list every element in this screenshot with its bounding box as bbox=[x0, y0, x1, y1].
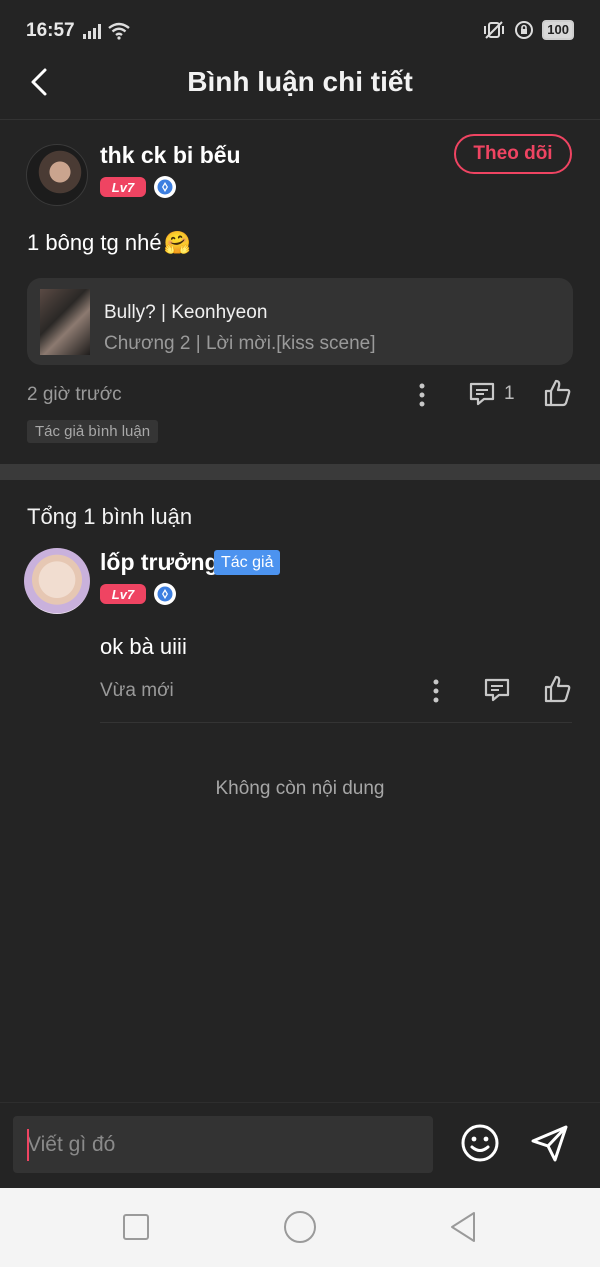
home-button[interactable] bbox=[284, 1211, 316, 1243]
post-author-name[interactable]: thk ck bi bếu bbox=[100, 142, 241, 169]
post-time: 2 giờ trước bbox=[27, 384, 122, 405]
author-badge: Tác giả bbox=[214, 550, 281, 575]
comment-input[interactable] bbox=[13, 1116, 433, 1173]
post-content: 1 bông tg nhé 🤗 bbox=[27, 230, 191, 256]
story-title: Bully? | Keonhyeon bbox=[104, 302, 268, 323]
system-back-button[interactable] bbox=[449, 1210, 477, 1249]
vibrate-mute-icon bbox=[484, 21, 505, 39]
signal-icon bbox=[83, 24, 101, 39]
follow-button[interactable]: Theo dõi bbox=[454, 134, 572, 174]
comment-like-button[interactable] bbox=[542, 674, 572, 709]
status-time: 16:57 bbox=[26, 20, 75, 41]
comment-icon bbox=[484, 678, 510, 702]
comment-reply-button[interactable] bbox=[483, 676, 511, 709]
author-comment-tag: Tác giả bình luận bbox=[27, 420, 159, 443]
page-title: Bình luận chi tiết bbox=[187, 66, 413, 97]
comment-author-name[interactable]: lốp trưởng bbox=[100, 549, 219, 576]
post-text: 1 bông tg nhé bbox=[27, 230, 162, 255]
battery-indicator: 100 bbox=[542, 20, 574, 40]
total-comments-label: Tổng 1 bình luận bbox=[27, 504, 193, 529]
diamond-badge-icon bbox=[154, 176, 176, 198]
diamond-badge-icon bbox=[154, 583, 176, 605]
send-button[interactable] bbox=[529, 1122, 571, 1169]
story-chapter: Chương 2 | Lời mời.[kiss scene] bbox=[104, 333, 376, 354]
rotation-lock-icon bbox=[515, 21, 534, 39]
status-right: 100 bbox=[482, 20, 574, 40]
story-card[interactable]: Bully? | Keonhyeon Chương 2 | Lời mời.[k… bbox=[27, 278, 573, 365]
comment-icon bbox=[469, 382, 495, 406]
more-vertical-icon bbox=[433, 679, 439, 703]
more-options-button[interactable] bbox=[414, 380, 430, 415]
comment-text: ok bà uiii bbox=[100, 634, 187, 659]
emoji-button[interactable] bbox=[459, 1122, 501, 1169]
more-vertical-icon bbox=[419, 383, 425, 407]
wifi-icon bbox=[108, 22, 130, 40]
text-caret bbox=[27, 1129, 29, 1161]
smiley-icon bbox=[461, 1124, 499, 1162]
header-divider bbox=[0, 119, 600, 120]
thumbs-up-icon bbox=[544, 379, 571, 407]
recent-apps-button[interactable] bbox=[123, 1214, 149, 1240]
comment-more-button[interactable] bbox=[428, 676, 444, 711]
reply-button[interactable]: 1 bbox=[468, 380, 515, 408]
hugging-emoji: 🤗 bbox=[163, 230, 191, 255]
send-icon bbox=[531, 1125, 568, 1162]
post-author-avatar[interactable] bbox=[26, 144, 88, 206]
triangle-back-icon bbox=[451, 1212, 475, 1242]
status-icons bbox=[82, 22, 130, 40]
like-button[interactable] bbox=[542, 378, 572, 413]
comment-time: Vừa mới bbox=[100, 680, 174, 701]
comment-divider bbox=[100, 722, 572, 723]
reply-count: 1 bbox=[504, 383, 515, 404]
section-separator bbox=[0, 464, 600, 480]
level-badge: Lv7 bbox=[100, 177, 146, 197]
story-thumbnail bbox=[40, 289, 90, 355]
level-badge: Lv7 bbox=[100, 584, 146, 604]
no-more-content-label: Không còn nội dung bbox=[215, 778, 385, 799]
thumbs-up-icon bbox=[544, 675, 571, 703]
comment-author-avatar[interactable] bbox=[24, 548, 90, 614]
